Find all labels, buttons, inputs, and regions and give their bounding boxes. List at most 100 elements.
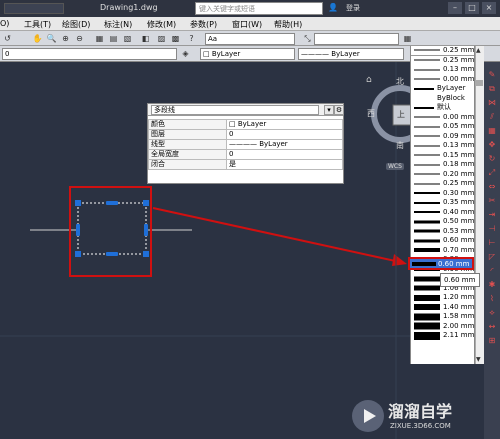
lineweight-sample: [414, 322, 440, 330]
lineweight-item[interactable]: 0.18 mm: [411, 160, 474, 170]
explode-icon[interactable]: ✱: [487, 280, 497, 290]
table-row[interactable]: 闭合是: [148, 159, 343, 170]
viewcube[interactable]: ⌂ 北 西 上 南 WCS: [366, 75, 429, 170]
properties-match-icon[interactable]: ⟡: [487, 308, 497, 318]
align-icon[interactable]: ⊞: [487, 336, 497, 346]
scroll-thumb[interactable]: [476, 80, 483, 86]
callout-arrow-head: [392, 254, 407, 266]
lineweight-sample: [414, 173, 440, 175]
lineweight-current[interactable]: 0.25 mm: [411, 46, 474, 56]
compass-north[interactable]: 北: [396, 76, 404, 87]
chamfer-icon[interactable]: ◸: [487, 252, 497, 262]
prop-value[interactable]: □ ByLayer: [226, 119, 343, 130]
lineweight-item[interactable]: 0.35 mm: [411, 198, 474, 208]
scale-icon[interactable]: ⤢: [487, 168, 497, 178]
lineweight-item[interactable]: 0.25 mm: [411, 56, 474, 66]
lineweight-item[interactable]: 0.30 mm: [411, 189, 474, 199]
watermark-url: ZIXUE.3D66.COM: [390, 422, 451, 430]
lineweight-item[interactable]: 0.13 mm: [411, 65, 474, 75]
array-icon[interactable]: ▦: [487, 126, 497, 136]
table-row[interactable]: 颜色 □ ByLayer: [148, 119, 343, 130]
lineweight-item[interactable]: 0.60 mm: [411, 236, 474, 246]
lineweight-item[interactable]: 1.20 mm: [411, 293, 474, 303]
extend-icon[interactable]: ⇥: [487, 210, 497, 220]
copy-icon[interactable]: ⧉: [487, 84, 497, 94]
edit-polyline-icon[interactable]: ⌇: [487, 294, 497, 304]
scroll-down-icon[interactable]: ▼: [476, 356, 481, 363]
home-icon[interactable]: ⌂: [366, 75, 372, 85]
rotate-icon[interactable]: ↻: [487, 154, 497, 164]
object-type-select[interactable]: 多段线: [151, 105, 319, 115]
lineweight-sample: [414, 248, 440, 253]
settings-icon[interactable]: ⚙: [334, 105, 344, 115]
lineweight-sample: [414, 211, 440, 214]
lineweight-label: 2.00 mm: [443, 321, 475, 330]
lineweight-item[interactable]: 0.50 mm: [411, 217, 474, 227]
lineweight-item[interactable]: 默认: [411, 103, 474, 113]
lineweight-sample: [414, 126, 440, 128]
join-icon[interactable]: ⊢: [487, 238, 497, 248]
compass-south[interactable]: 南: [396, 140, 404, 151]
mirror-icon[interactable]: ⋈: [487, 98, 497, 108]
offset-icon[interactable]: ⫽: [487, 112, 497, 122]
table-row[interactable]: 全局宽度 0: [148, 149, 343, 160]
lineweight-item[interactable]: 0.25 mm: [411, 179, 474, 189]
stretch-icon[interactable]: ⇔: [487, 182, 497, 192]
lengthen-icon[interactable]: ↔: [487, 322, 497, 332]
lineweight-item[interactable]: 0.13 mm: [411, 141, 474, 151]
lineweight-item[interactable]: 1.40 mm: [411, 303, 474, 313]
fillet-icon[interactable]: ◜: [487, 266, 497, 276]
lineweight-item[interactable]: 0.70 mm: [411, 246, 474, 256]
lineweight-item[interactable]: 0.00 mm: [411, 113, 474, 123]
prop-value[interactable]: ———— ByLayer: [226, 139, 343, 150]
lineweight-label: 0.50 mm: [443, 217, 475, 225]
lineweight-label: 1.40 mm: [443, 302, 475, 311]
lineweight-label: 0.25 mm: [443, 55, 475, 64]
lineweight-scrollbar[interactable]: ▲ ▼: [475, 46, 484, 364]
lineweight-sample: [414, 192, 440, 195]
lineweight-item[interactable]: 0.15 mm: [411, 151, 474, 161]
prop-value[interactable]: 是: [226, 159, 343, 170]
lineweight-sample: [414, 239, 440, 243]
lineweight-sample: [414, 59, 440, 61]
lineweight-label: 2.11 mm: [443, 331, 475, 339]
lineweight-item[interactable]: 0.09 mm: [411, 132, 474, 142]
lineweight-sample: [414, 285, 440, 291]
lineweight-dropdown[interactable]: 0.25 mm 0.25 mm 0.13 mm 0.00 mm ByLayer ByBlo…: [410, 46, 475, 364]
break-icon[interactable]: ⊣: [487, 224, 497, 234]
lineweight-sample: [414, 313, 440, 321]
lineweight-item[interactable]: ByLayer: [411, 84, 474, 94]
lineweight-item[interactable]: 2.11 mm: [411, 331, 474, 341]
lineweight-item-selected[interactable]: 0.60 mm: [408, 257, 474, 270]
table-row[interactable]: 线型 ———— ByLayer: [148, 139, 343, 150]
prop-value[interactable]: 0: [226, 149, 343, 160]
lineweight-item[interactable]: ByBlock: [411, 94, 474, 104]
play-icon: [364, 409, 376, 423]
lineweight-label: 0.60 mm: [443, 236, 475, 244]
lineweight-sample: [414, 106, 434, 109]
lineweight-label: 0.15 mm: [443, 150, 475, 159]
quick-properties-header: 多段线 ▾ ⚙: [148, 104, 344, 116]
erase-icon[interactable]: ✎: [487, 70, 497, 80]
viewcube-graphic: [371, 85, 429, 143]
lineweight-sample: [414, 304, 440, 311]
scroll-up-icon[interactable]: ▲: [476, 47, 481, 54]
prop-value[interactable]: 0: [226, 129, 343, 140]
lineweight-label: 0.35 mm: [443, 198, 475, 206]
lineweight-item[interactable]: 0.00 mm: [411, 75, 474, 85]
lineweight-label: 0.18 mm: [443, 160, 475, 168]
lineweight-item[interactable]: 1.58 mm: [411, 312, 474, 322]
viewcube-top-label[interactable]: 上: [397, 109, 405, 120]
lineweight-item[interactable]: 0.53 mm: [411, 227, 474, 237]
lineweight-item[interactable]: 0.05 mm: [411, 122, 474, 132]
lineweight-item[interactable]: 2.00 mm: [411, 322, 474, 332]
trim-icon[interactable]: ✂: [487, 196, 497, 206]
lineweight-item[interactable]: 0.40 mm: [411, 208, 474, 218]
wcs-menu[interactable]: WCS: [386, 163, 404, 170]
lineweight-item[interactable]: 0.20 mm: [411, 170, 474, 180]
quick-select-icon[interactable]: ▾: [324, 105, 334, 115]
move-icon[interactable]: ✥: [487, 140, 497, 150]
compass-west[interactable]: 西: [367, 108, 375, 119]
callout-arrow-line: [152, 207, 401, 263]
table-row[interactable]: 图层 0: [148, 129, 343, 140]
